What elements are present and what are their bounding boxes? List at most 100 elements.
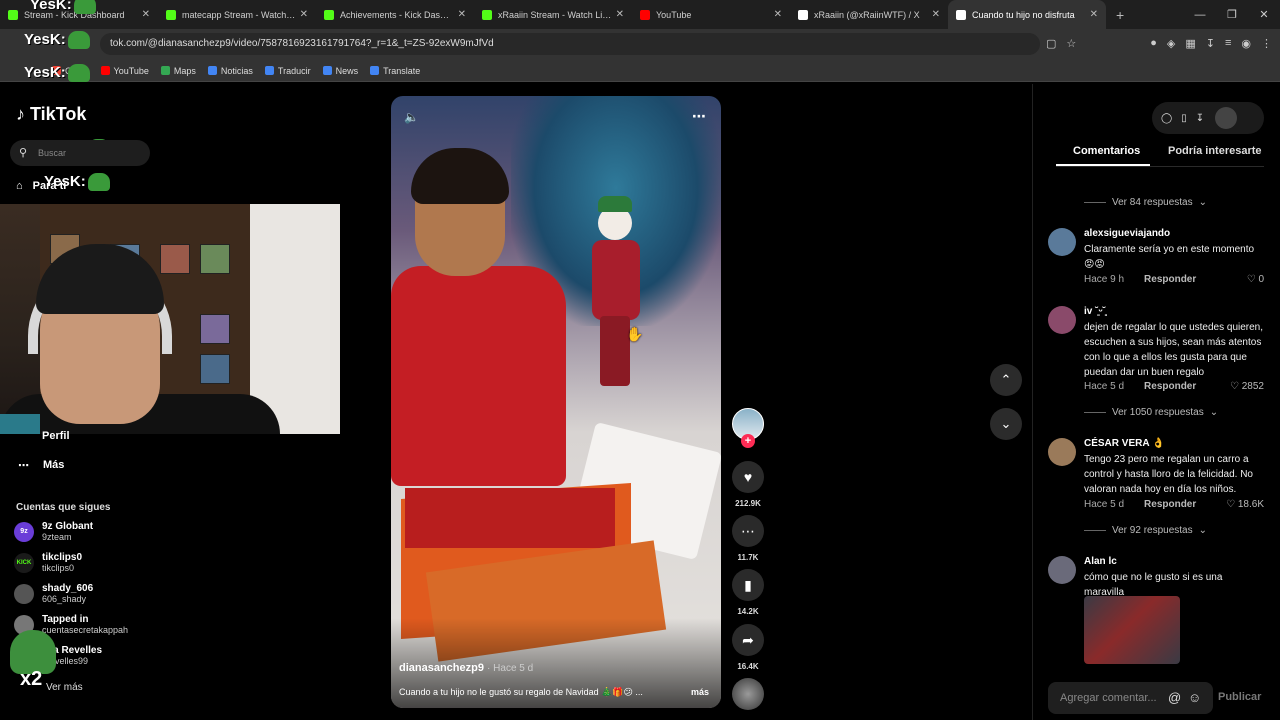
followed-account[interactable]: KICK tikclips0 tikclips0 [14, 552, 82, 573]
bookmark-item[interactable]: Translate [370, 66, 420, 76]
comment-like-button[interactable]: ♡ 18.6K [1226, 499, 1264, 510]
comment-image[interactable] [1084, 596, 1180, 664]
tab-comments[interactable]: Comentarios [1073, 145, 1140, 157]
like-button[interactable]: ♥ 212.9K [732, 461, 764, 508]
bookmark-label: Noticias [220, 65, 253, 76]
reply-button[interactable]: Responder [1144, 274, 1196, 285]
browser-tab[interactable]: Cuando tu hijo no disfruta ✕ [948, 0, 1106, 29]
commenter-avatar[interactable] [1048, 228, 1076, 256]
browser-tab[interactable]: xRaaiin Stream - Watch Live on ✕ [474, 0, 632, 29]
close-tab-icon[interactable]: ✕ [300, 9, 308, 20]
commenter-name[interactable]: CÉSAR VERA 👌 [1084, 438, 1164, 449]
bookmark-item[interactable]: News [322, 66, 358, 76]
comment-text: dejen de regalar lo que ustedes quieren,… [1084, 322, 1264, 378]
close-tab-icon[interactable]: ✕ [1090, 9, 1098, 20]
publish-button[interactable]: Publicar [1218, 691, 1261, 703]
bookmark-item[interactable]: YouTube [100, 66, 149, 76]
tiktok-logo[interactable]: ♪ TikTok [16, 104, 86, 125]
reply-button[interactable]: Responder [1144, 381, 1196, 392]
url-field[interactable]: tok.com/@dianasanchezp9/video/7587816923… [100, 33, 1040, 55]
browser-tab[interactable]: matecapp Stream - Watch Live ✕ [158, 0, 316, 29]
tab-title: Achievements - Kick Dashboard [340, 9, 454, 20]
bookmark-label: Translate [383, 65, 421, 76]
music-disc-icon[interactable] [732, 678, 764, 710]
browser-tabbar: Stream - Kick Dashboard ✕ matecapp Stream … [0, 0, 1280, 29]
close-window-icon[interactable]: ✕ [1248, 8, 1280, 21]
bookmark-star-icon[interactable]: ☆ [1066, 37, 1076, 50]
nav-for-you[interactable]: ⌂ Para ti [16, 180, 66, 192]
save-button[interactable]: ▮ 14.2K [732, 569, 764, 616]
comment-like-button[interactable]: ♡ 0 [1247, 274, 1264, 285]
youtube-icon [640, 9, 650, 20]
bookmark-item[interactable]: Traducir [264, 66, 311, 76]
heart-outline-icon: ♡ [1226, 499, 1236, 510]
user-avatar[interactable] [1215, 107, 1238, 129]
chevron-down-icon: ⌄ [1000, 416, 1012, 431]
see-more-link[interactable]: Ver más [46, 682, 83, 693]
tab-title: Cuando tu hijo no disfruta [972, 9, 1075, 20]
comment-meta: Hace 9 h Responder ♡ 0 [1084, 274, 1264, 285]
bookmark-item[interactable]: Maps [160, 66, 196, 76]
comment-input[interactable]: Agregar comentar... @ ☺ [1048, 682, 1213, 714]
video-options-icon[interactable]: ⋯ [692, 108, 706, 125]
kick-icon [482, 9, 492, 20]
reply-button[interactable]: Responder [1144, 499, 1196, 510]
commenter-avatar[interactable] [1048, 556, 1076, 584]
nav-profile[interactable]: Perfil [42, 430, 70, 442]
emoji-icon[interactable]: ☺ [1188, 682, 1201, 714]
puzzle-icon[interactable]: ▦ [1185, 37, 1195, 50]
mention-icon[interactable]: @ [1168, 682, 1181, 714]
share-button[interactable]: ➦ 16.4K [732, 624, 764, 671]
previous-video-button[interactable]: ⌃ [990, 364, 1022, 396]
kick-icon [8, 9, 18, 20]
close-tab-icon[interactable]: ✕ [142, 9, 150, 20]
commenter-name[interactable]: Alan lc [1084, 556, 1117, 567]
view-replies-button[interactable]: Ver 84 respuestas ⌄ [1084, 197, 1207, 208]
coin-icon[interactable]: ◯ [1161, 113, 1172, 124]
caption-more-link[interactable]: más [691, 687, 709, 697]
bookmark-favicon-icon [207, 66, 217, 75]
close-tab-icon[interactable]: ✕ [774, 9, 782, 20]
comment-button[interactable]: ⋯ 11.7K [732, 515, 764, 562]
close-tab-icon[interactable]: ✕ [458, 9, 466, 20]
video-author[interactable]: dianasanchezp9 · Hace 5 d [399, 662, 533, 674]
commenter-avatar[interactable] [1048, 438, 1076, 466]
menu-icon[interactable]: ⋮ [1261, 37, 1272, 50]
device-icon[interactable]: ▯ [1181, 113, 1187, 124]
avatar [14, 583, 34, 604]
download-icon[interactable]: ↧ [1196, 113, 1204, 124]
commenter-avatar[interactable] [1048, 306, 1076, 334]
maximize-icon[interactable]: ❐ [1216, 8, 1248, 21]
nav-more[interactable]: ⋯ Más [18, 459, 64, 472]
followed-account[interactable]: shady_606 606_shady [14, 583, 93, 604]
follow-plus-icon[interactable]: + [741, 434, 755, 448]
close-tab-icon[interactable]: ✕ [932, 9, 940, 20]
heart-outline-icon: ♡ [1230, 381, 1239, 392]
bookmark-favicon-icon [100, 66, 110, 75]
volume-icon[interactable]: 🔈 [404, 110, 419, 124]
profile-icon[interactable]: ◉ [1241, 37, 1251, 50]
address-bar-row: tok.com/@dianasanchezp9/video/7587816923… [0, 29, 1280, 60]
extension-icon[interactable]: ● [1150, 37, 1157, 50]
commenter-name[interactable]: iv ˘͈ᵕ˘͈ [1084, 306, 1106, 317]
browser-tab[interactable]: Achievements - Kick Dashboard ✕ [316, 0, 474, 29]
next-video-button[interactable]: ⌄ [990, 408, 1022, 440]
followed-account[interactable]: 9z 9z Globant 9zteam [14, 521, 93, 542]
close-tab-icon[interactable]: ✕ [616, 9, 624, 20]
tab-might-interest[interactable]: Podría interesarte [1168, 145, 1262, 157]
minimize-icon[interactable]: — [1184, 9, 1216, 21]
browser-tab[interactable]: YouTube ✕ [632, 0, 790, 29]
extension-icon[interactable]: ◈ [1167, 37, 1175, 50]
install-icon[interactable]: ▢ [1046, 37, 1056, 50]
video-player[interactable] [391, 96, 721, 708]
view-replies-button[interactable]: Ver 92 respuestas ⌄ [1084, 525, 1207, 536]
bookmark-item[interactable]: Noticias [207, 65, 253, 76]
reading-list-icon[interactable]: ≡ [1225, 37, 1231, 50]
new-tab-icon[interactable]: + [1116, 7, 1124, 23]
view-replies-button[interactable]: Ver 1050 respuestas ⌄ [1084, 407, 1218, 418]
browser-tab[interactable]: xRaaiin (@xRaiinWTF) / X ✕ [790, 0, 948, 29]
commenter-name[interactable]: alexsigueviajando [1084, 228, 1170, 239]
download-icon[interactable]: ↧ [1206, 37, 1215, 50]
search-input[interactable]: ⚲ Buscar [10, 140, 150, 166]
comment-like-button[interactable]: ♡ 2852 [1230, 381, 1264, 392]
